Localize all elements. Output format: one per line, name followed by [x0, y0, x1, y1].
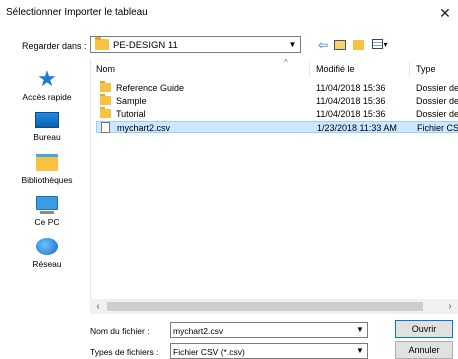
place-label: Bibliothèques [21, 175, 73, 185]
column-header-name[interactable]: Nom [96, 64, 115, 74]
file-date: 11/04/2018 15:36 [316, 83, 386, 93]
place-quick-access[interactable]: ★ Accès rapide [6, 66, 88, 103]
place-label: Ce PC [34, 217, 60, 227]
desktop-icon [35, 112, 59, 128]
chevron-down-icon[interactable]: ▼ [353, 323, 367, 337]
filetype-select[interactable]: Fichier CSV (*.csv) ▼ [170, 343, 368, 359]
list-item[interactable]: Tutorial 11/04/2018 15:36 Dossier de [96, 107, 458, 120]
column-divider[interactable] [309, 62, 310, 76]
file-name: Reference Guide [116, 83, 185, 93]
scrollbar-thumb[interactable] [107, 302, 423, 311]
cancel-button[interactable]: Annuler [395, 341, 453, 359]
file-date: 11/04/2018 15:36 [316, 109, 386, 119]
place-libraries[interactable]: Bibliothèques [6, 154, 88, 185]
horizontal-scrollbar[interactable]: ‹ › [90, 299, 458, 314]
star-icon: ★ [37, 66, 57, 91]
look-in-label: Regarder dans : [22, 41, 87, 51]
scroll-left-icon[interactable]: ‹ [92, 300, 104, 313]
filename-label: Nom du fichier : [90, 326, 150, 336]
list-item[interactable]: Reference Guide 11/04/2018 15:36 Dossier… [96, 81, 458, 94]
file-type: Dossier de [416, 109, 458, 119]
close-icon[interactable]: ✕ [434, 3, 456, 23]
place-label: Réseau [32, 259, 62, 269]
open-button[interactable]: Ouvrir [395, 320, 453, 338]
look-in-value: PE-DESIGN 11 [113, 40, 178, 51]
chevron-down-icon[interactable]: ▼ [285, 37, 300, 52]
file-list[interactable]: ^ Nom Modifié le Type Reference Guide 11… [90, 58, 458, 299]
filename-field[interactable]: mychart2.csv ▼ [170, 322, 368, 338]
chevron-down-icon[interactable]: ▼ [353, 344, 367, 358]
network-icon [36, 238, 58, 255]
file-date: 11/04/2018 15:36 [316, 96, 386, 106]
folder-icon [95, 37, 109, 50]
filename-value: mychart2.csv [173, 326, 224, 336]
view-menu-icon[interactable]: ▾ [370, 37, 390, 53]
folder-icon [100, 94, 111, 105]
libraries-icon [36, 154, 58, 171]
title-bar: Sélectionner Importer le tableau ✕ [0, 0, 458, 26]
file-name: Sample [116, 96, 147, 106]
file-type: Fichier CSV [417, 123, 458, 133]
folder-icon [100, 107, 111, 118]
list-item-selected[interactable]: mychart2.csv 1/23/2018 11:33 AM Fichier … [96, 121, 458, 133]
file-type: Dossier de [416, 83, 458, 93]
sort-caret-icon: ^ [284, 58, 288, 67]
filetype-label: Types de fichiers : [90, 347, 159, 357]
place-this-pc[interactable]: Ce PC [6, 196, 88, 227]
place-network[interactable]: Réseau [6, 238, 88, 269]
place-label: Accès rapide [22, 92, 72, 102]
places-bar: ★ Accès rapide Bureau Bibliothèques Ce P… [6, 60, 88, 357]
column-header-type[interactable]: Type [416, 64, 436, 74]
folder-icon [100, 81, 111, 92]
file-date: 1/23/2018 11:33 AM [317, 123, 397, 133]
look-in-dropdown[interactable]: PE-DESIGN 11 ▼ [90, 36, 301, 53]
back-arrow-icon[interactable]: ⇦ [316, 37, 330, 53]
column-divider[interactable] [409, 62, 410, 76]
up-folder-icon[interactable] [333, 37, 347, 53]
document-icon [101, 122, 110, 133]
filetype-value: Fichier CSV (*.csv) [173, 347, 245, 357]
new-folder-icon[interactable] [350, 37, 366, 53]
file-type: Dossier de [416, 96, 458, 106]
window-title: Sélectionner Importer le tableau [6, 7, 148, 18]
list-item[interactable]: Sample 11/04/2018 15:36 Dossier de [96, 94, 458, 107]
place-desktop[interactable]: Bureau [6, 112, 88, 142]
computer-icon [36, 196, 58, 214]
column-header-date[interactable]: Modifié le [316, 64, 355, 74]
file-name: mychart2.csv [117, 123, 171, 133]
file-name: Tutorial [116, 109, 146, 119]
place-label: Bureau [33, 132, 61, 142]
scroll-right-icon[interactable]: › [444, 300, 456, 313]
